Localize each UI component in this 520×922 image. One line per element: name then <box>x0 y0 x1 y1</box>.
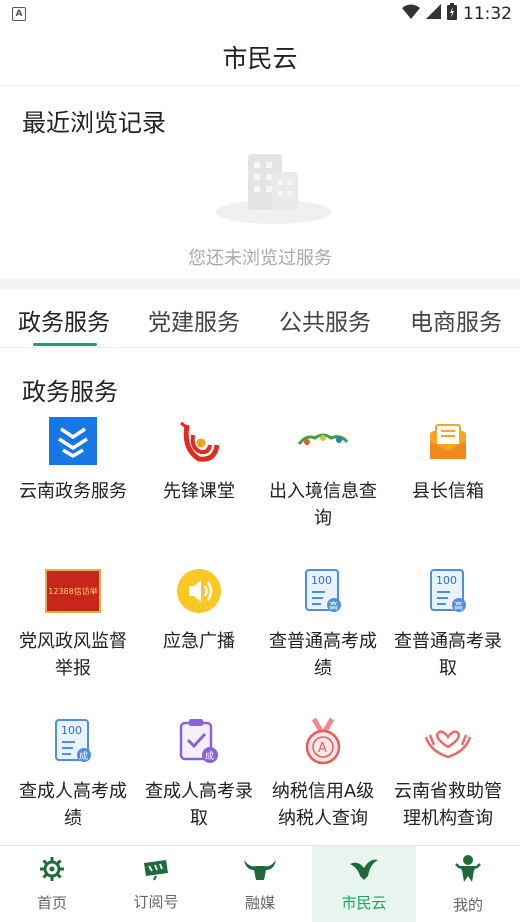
speaker-icon <box>172 564 226 618</box>
subscribe-icon <box>142 857 170 885</box>
service-label: 党风政风监督举报 <box>19 631 127 679</box>
svg-text:100: 100 <box>311 574 332 587</box>
svg-text:高: 高 <box>329 600 338 612</box>
service-item-aid-agency[interactable]: 云南省救助管理机构查询 <box>383 714 513 832</box>
bottom-nav: 首页 订阅号 融媒 市民云 我的 <box>0 845 520 922</box>
service-label: 查成人高考成绩 <box>19 781 127 829</box>
service-item-pioneer-class[interactable]: 先锋课堂 <box>134 414 264 505</box>
svg-text:成: 成 <box>205 750 214 762</box>
yunnan-gov-service-icon <box>46 414 100 468</box>
tab-public-services[interactable]: 公共服务 <box>279 303 371 337</box>
nav-label: 订阅号 <box>133 892 179 911</box>
service-item-immigration[interactable]: 出入境信息查询 <box>258 414 388 532</box>
service-label: 查普通高考成绩 <box>269 631 377 679</box>
service-item-mailbox[interactable]: 县长信箱 <box>383 414 513 505</box>
status-left: A <box>12 7 26 21</box>
page-title: 市民云 <box>222 43 298 73</box>
notification-a-icon: A <box>12 7 26 21</box>
service-item-adult-exam-admission[interactable]: 成 查成人高考录取 <box>134 714 264 832</box>
svg-text:A: A <box>318 741 327 756</box>
pioneer-class-icon <box>172 414 226 468</box>
empty-recent-text: 您还未浏览过服务 <box>188 248 332 269</box>
recent-title: 最近浏览记录 <box>22 109 166 137</box>
nav-label: 市民云 <box>341 893 387 912</box>
tab-ecommerce-services[interactable]: 电商服务 <box>410 303 502 337</box>
adult-exam-admission-icon: 成 <box>172 714 226 768</box>
media-bull-icon <box>242 856 278 886</box>
service-item-tax-credit[interactable]: A 纳税信用A级纳税人查询 <box>258 714 388 832</box>
service-item-yunnan-gov[interactable]: 云南政务服务 <box>8 414 138 505</box>
signal-icon <box>426 4 441 24</box>
home-gear-icon <box>39 856 65 886</box>
service-item-broadcast[interactable]: 应急广播 <box>134 564 264 655</box>
citizen-cloud-icon <box>348 856 380 886</box>
nav-profile[interactable]: 我的 <box>416 846 520 922</box>
wifi-icon <box>402 4 420 24</box>
service-item-exam-score[interactable]: 100 高 查普通高考成绩 <box>258 564 388 682</box>
tax-medal-icon: A <box>296 714 350 768</box>
exam-admission-icon: 100 高 <box>421 564 475 618</box>
svg-text:100: 100 <box>61 724 82 737</box>
active-tab-indicator <box>33 343 97 346</box>
report-banner-icon: 12388信访举 <box>43 564 103 618</box>
service-label: 查普通高考录取 <box>394 631 502 679</box>
service-label: 县长信箱 <box>412 481 484 502</box>
service-label: 云南省救助管理机构查询 <box>394 781 502 829</box>
svg-text:成: 成 <box>79 750 88 762</box>
service-item-exam-admission[interactable]: 100 高 查普通高考录取 <box>383 564 513 682</box>
profile-figure-icon <box>454 854 482 888</box>
nav-label: 我的 <box>452 895 483 914</box>
service-label: 查成人高考录取 <box>145 781 253 829</box>
service-item-adult-exam-score[interactable]: 100 成 查成人高考成绩 <box>8 714 138 832</box>
service-label: 先锋课堂 <box>163 481 235 502</box>
tab-gov-services[interactable]: 政务服务 <box>18 303 110 337</box>
service-label: 云南政务服务 <box>19 481 127 502</box>
section-title: 政务服务 <box>22 378 118 406</box>
category-tabs: 政务服务 党建服务 公共服务 电商服务 <box>0 289 520 348</box>
aid-hands-icon <box>421 714 475 768</box>
nav-label: 首页 <box>36 893 67 912</box>
status-bar: A 11:32 <box>0 0 520 28</box>
nav-citizen-cloud[interactable]: 市民云 <box>312 846 416 922</box>
service-label: 出入境信息查询 <box>269 481 377 529</box>
nav-subscribe[interactable]: 订阅号 <box>104 846 208 922</box>
svg-text:高: 高 <box>454 600 463 612</box>
adult-exam-score-icon: 100 成 <box>46 714 100 768</box>
mailbox-icon <box>421 414 475 468</box>
nav-label: 融媒 <box>244 893 275 912</box>
tab-party-services[interactable]: 党建服务 <box>148 303 240 337</box>
section-divider <box>0 279 520 289</box>
empty-buildings-icon <box>216 150 336 230</box>
service-label: 应急广播 <box>163 631 235 652</box>
battery-icon <box>447 3 457 25</box>
service-label: 纳税信用A级纳税人查询 <box>271 781 375 829</box>
svg-text:100: 100 <box>436 574 457 587</box>
status-right: 11:32 <box>402 3 512 25</box>
immigration-info-icon <box>296 414 350 468</box>
title-bar: 市民云 <box>0 28 520 86</box>
nav-media[interactable]: 融媒 <box>208 846 312 922</box>
exam-score-icon: 100 高 <box>296 564 350 618</box>
clock-time: 11:32 <box>463 4 512 24</box>
service-item-report[interactable]: 12388信访举 党风政风监督举报 <box>8 564 138 682</box>
nav-home[interactable]: 首页 <box>0 846 104 922</box>
